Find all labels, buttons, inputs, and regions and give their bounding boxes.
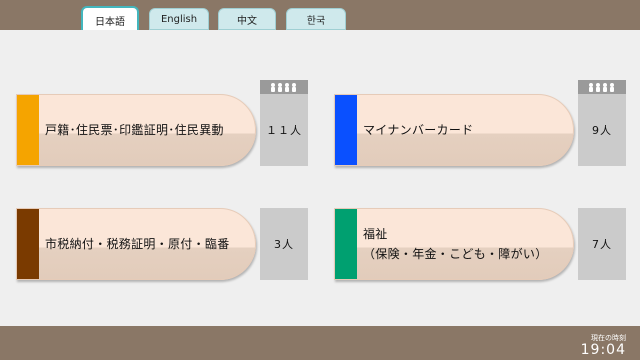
language-tabs: 日本語 English 中文 한국 xyxy=(0,6,640,32)
waiting-count: 7人 xyxy=(578,208,626,280)
waiting-count: 3人 xyxy=(260,208,308,280)
tab-korean[interactable]: 한국 xyxy=(286,8,346,30)
service-button-city-tax[interactable]: 市税納付・税務証明・原付・臨番 xyxy=(16,208,256,280)
category-color-strip xyxy=(17,95,39,165)
category-color-strip xyxy=(335,209,357,279)
service-button-my-number-card[interactable]: マイナンバーカード xyxy=(334,94,574,166)
service-button-welfare[interactable]: 福祉 （保険・年金・こども・障がい） xyxy=(334,208,574,280)
service-label: マイナンバーカード xyxy=(363,123,474,137)
people-group-icon xyxy=(578,80,626,94)
waiting-count: １１人 xyxy=(260,94,308,166)
service-button-family-register[interactable]: 戸籍･住民票･印鑑証明･住民異動 xyxy=(16,94,256,166)
service-label: 戸籍･住民票･印鑑証明･住民異動 xyxy=(45,123,224,137)
clock-time: 19:04 xyxy=(580,342,626,358)
category-color-strip xyxy=(335,95,357,165)
tab-english[interactable]: English xyxy=(149,8,209,30)
people-group-icon xyxy=(260,80,308,94)
service-label: 福祉 （保険・年金・こども・障がい） xyxy=(363,227,548,261)
tab-japanese[interactable]: 日本語 xyxy=(81,6,139,32)
category-color-strip xyxy=(17,209,39,279)
main-panel: 戸籍･住民票･印鑑証明･住民異動 １１人 マイナンバーカード 9人 市税納付・税… xyxy=(0,30,640,326)
tab-chinese[interactable]: 中文 xyxy=(218,8,276,30)
service-label: 市税納付・税務証明・原付・臨番 xyxy=(45,237,230,251)
clock: 現在の時刻 19:04 xyxy=(581,334,626,358)
clock-caption: 現在の時刻 xyxy=(591,334,626,342)
waiting-count: 9人 xyxy=(578,94,626,166)
